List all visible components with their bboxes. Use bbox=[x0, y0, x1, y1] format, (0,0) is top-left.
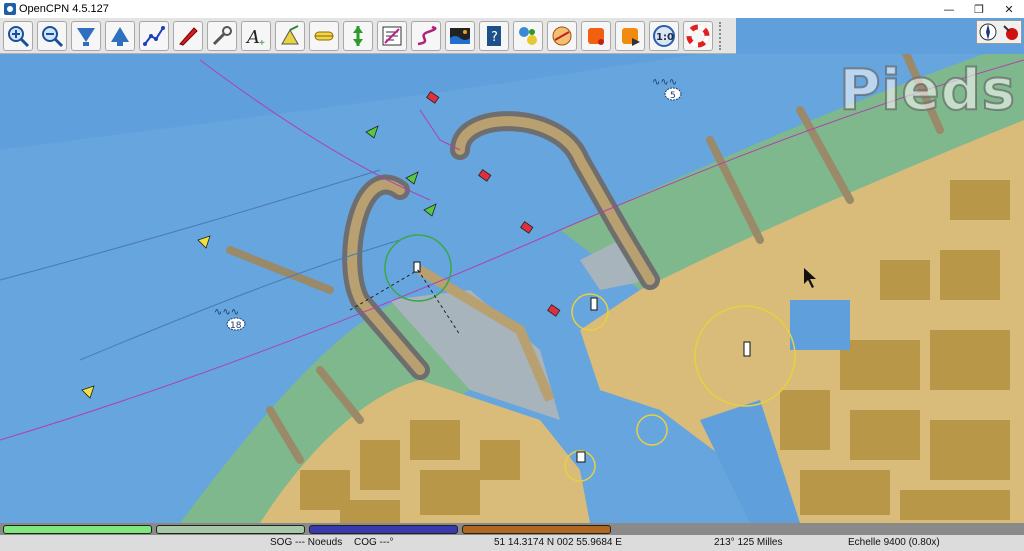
text-toggle-icon: A + bbox=[245, 27, 265, 48]
record-icon bbox=[588, 27, 604, 45]
help-button[interactable]: ? bbox=[479, 20, 509, 51]
mob-lifebuoy-icon bbox=[686, 24, 710, 47]
plugin-icon bbox=[519, 26, 537, 45]
gps-status-icon bbox=[999, 21, 1021, 43]
route-button[interactable] bbox=[139, 20, 169, 51]
close-button[interactable]: ✕ bbox=[994, 0, 1024, 18]
light-icon bbox=[281, 24, 299, 44]
tide-button[interactable] bbox=[445, 20, 475, 51]
track-icon bbox=[417, 25, 437, 45]
minimize-button[interactable]: — bbox=[934, 0, 964, 18]
window-title: OpenCPN 4.5.127 bbox=[19, 3, 109, 15]
mob-button[interactable] bbox=[683, 20, 713, 51]
bearing-distance-readout: 213° 125 Milles bbox=[714, 537, 783, 548]
svg-text:?: ? bbox=[491, 30, 498, 45]
current-button[interactable] bbox=[343, 20, 373, 51]
ownship-follow-button[interactable] bbox=[173, 20, 203, 51]
piano-key-2[interactable] bbox=[156, 524, 305, 534]
print-icon bbox=[622, 27, 640, 46]
gauge-button[interactable]: 1:0 bbox=[649, 20, 679, 51]
north-arrow-icon[interactable] bbox=[977, 21, 999, 43]
chart-piano-bar bbox=[0, 523, 1024, 535]
compass-widget[interactable] bbox=[976, 20, 1022, 44]
piano-key-4[interactable] bbox=[462, 524, 611, 534]
settings-button[interactable] bbox=[207, 20, 237, 51]
ais-icon bbox=[314, 31, 334, 40]
title-bar: OpenCPN 4.5.127 — ❐ ✕ bbox=[0, 0, 1024, 18]
zoom-in-button[interactable] bbox=[3, 20, 33, 51]
plugin-button[interactable] bbox=[513, 20, 543, 51]
zoom-in-icon bbox=[8, 25, 30, 47]
depth-units-label: Pieds bbox=[838, 57, 1016, 124]
chart-canvas[interactable]: ∿∿∿ 5 ∿∿∿ 18 bbox=[0, 54, 1024, 523]
status-bar: SOG --- Noeuds COG ---° 51 14.3174 N 002… bbox=[0, 535, 1024, 551]
sog-readout: SOG --- Noeuds bbox=[270, 537, 343, 548]
tide-icon bbox=[450, 27, 470, 44]
gauge-icon: 1:0 bbox=[653, 24, 675, 47]
ais-button[interactable] bbox=[309, 20, 339, 51]
route-manager-button[interactable] bbox=[377, 20, 407, 51]
print-button[interactable] bbox=[615, 20, 645, 51]
window-controls: — ❐ ✕ bbox=[934, 0, 1024, 18]
svg-text:+: + bbox=[259, 38, 265, 48]
nautical-chart[interactable] bbox=[0, 54, 1024, 523]
cursor-position-readout: 51 14.3174 N 002 55.9684 E bbox=[494, 537, 622, 548]
ownship-follow-icon bbox=[179, 26, 198, 46]
chart-scale-readout: Echelle 9400 (0.80x) bbox=[848, 537, 940, 548]
svg-text:A: A bbox=[245, 27, 260, 48]
scale-up-button[interactable] bbox=[105, 20, 135, 51]
maximize-button[interactable]: ❐ bbox=[964, 0, 994, 18]
help-book-icon: ? bbox=[487, 25, 501, 46]
svg-text:1:0: 1:0 bbox=[656, 32, 674, 43]
grib-icon bbox=[552, 26, 572, 45]
piano-key-1[interactable] bbox=[3, 524, 152, 534]
text-toggle-button[interactable]: A + bbox=[241, 20, 271, 51]
record-button[interactable] bbox=[581, 20, 611, 51]
cog-readout: COG ---° bbox=[354, 537, 394, 548]
opencpn-app-icon bbox=[4, 3, 16, 15]
piano-key-3[interactable] bbox=[309, 524, 458, 534]
scale-down-icon bbox=[77, 27, 95, 46]
current-icon bbox=[353, 25, 363, 46]
toolbar-grip[interactable] bbox=[719, 21, 727, 50]
light-button[interactable] bbox=[275, 20, 305, 51]
zoom-out-icon bbox=[42, 25, 64, 47]
main-toolbar: A + ? 1:0 bbox=[0, 18, 736, 54]
grib-button[interactable] bbox=[547, 20, 577, 51]
route-manager-icon bbox=[382, 26, 402, 45]
zoom-out-button[interactable] bbox=[37, 20, 67, 51]
route-icon bbox=[143, 25, 165, 46]
scale-down-button[interactable] bbox=[71, 20, 101, 51]
settings-wrench-icon bbox=[212, 25, 232, 45]
track-button[interactable] bbox=[411, 20, 441, 51]
scale-up-icon bbox=[111, 26, 129, 46]
